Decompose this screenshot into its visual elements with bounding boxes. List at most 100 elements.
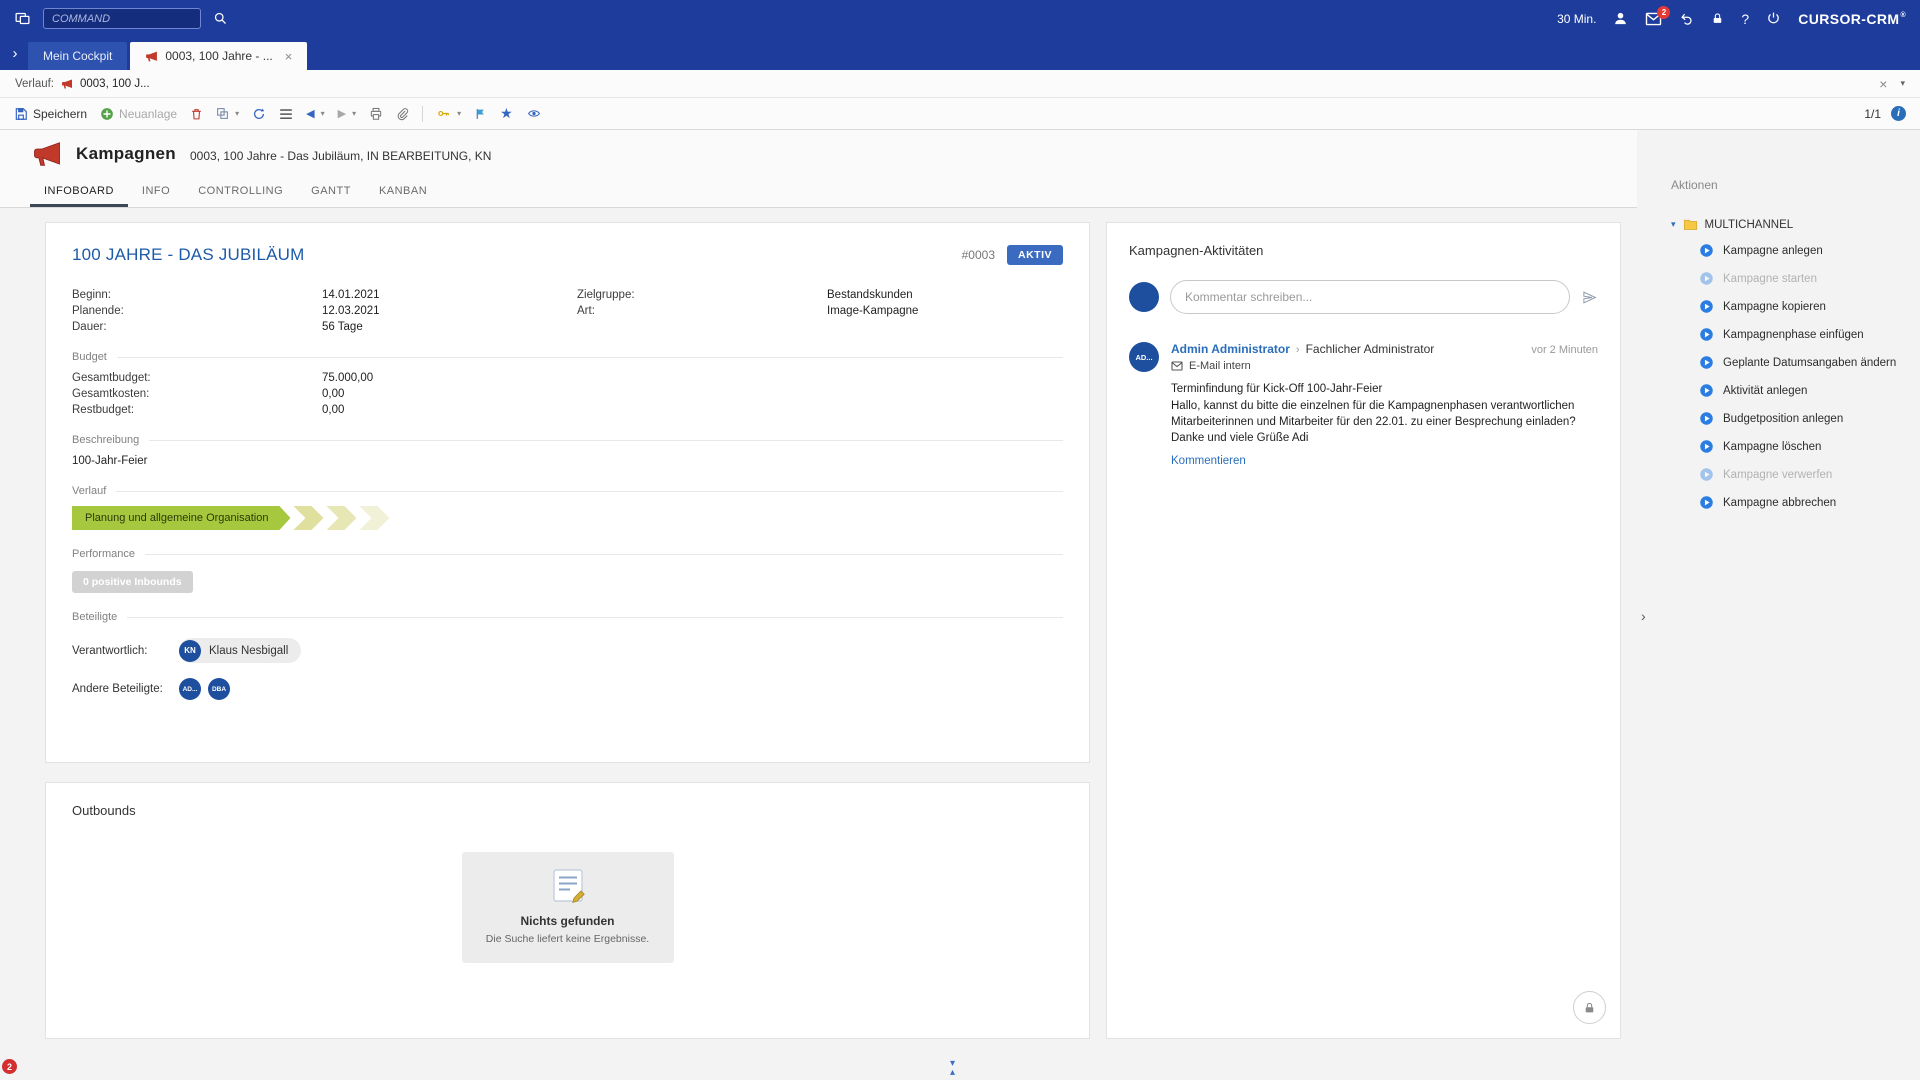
tab-mein-cockpit[interactable]: Mein Cockpit bbox=[28, 42, 127, 70]
lock-user-icon[interactable] bbox=[1711, 11, 1724, 26]
save-button[interactable]: Speichern bbox=[14, 107, 87, 121]
tabs-overflow-icon[interactable]: › bbox=[2, 45, 28, 62]
search-icon[interactable] bbox=[213, 11, 228, 26]
caret-down-icon[interactable]: ▾ bbox=[1900, 78, 1905, 89]
activity-role: Fachlicher Administrator bbox=[1306, 342, 1435, 356]
action-kampagne-kopieren[interactable]: Kampagne kopieren bbox=[1699, 298, 1920, 315]
chevron-up-icon[interactable]: ▴ bbox=[950, 1068, 955, 1077]
lock-button[interactable] bbox=[1573, 991, 1606, 1024]
phase-next-icon bbox=[326, 506, 356, 530]
actions-sidebar: › Aktionen ▾ MULTICHANNEL Kampagne anleg… bbox=[1637, 130, 1920, 1080]
sidebar-collapse-icon[interactable]: › bbox=[1641, 608, 1646, 624]
responsible-row: Verantwortlich: KN Klaus Nesbigall bbox=[72, 638, 1063, 663]
avatar[interactable]: AD... bbox=[179, 678, 201, 700]
status-badge: AKTIV bbox=[1007, 245, 1063, 265]
folder-icon bbox=[1683, 218, 1698, 231]
section-beteiligte: Beteiligte bbox=[72, 611, 1063, 623]
tab-campaign[interactable]: 0003, 100 Jahre - ... × bbox=[130, 42, 307, 70]
play-circle-icon bbox=[1699, 327, 1714, 342]
action-kampagne-abbrechen[interactable]: Kampagne abbrechen bbox=[1699, 494, 1920, 511]
refresh-button[interactable] bbox=[252, 107, 266, 121]
action-kampagne-verwerfen: Kampagne verwerfen bbox=[1699, 466, 1920, 483]
permissions-key-button[interactable]: ▾ bbox=[436, 107, 461, 120]
outbounds-title: Outbounds bbox=[72, 803, 1063, 818]
undo-icon[interactable] bbox=[1679, 11, 1694, 26]
tab-controlling[interactable]: CONTROLLING bbox=[184, 178, 297, 207]
copy-button[interactable]: ▾ bbox=[216, 107, 239, 120]
page-tabs: INFOBOARD INFO CONTROLLING GANTT KANBAN bbox=[0, 178, 1637, 208]
activities-title: Kampagnen-Aktivitäten bbox=[1129, 243, 1598, 258]
app-icon[interactable] bbox=[14, 10, 31, 27]
responsible-name: Klaus Nesbigall bbox=[209, 645, 288, 657]
comment-link[interactable]: Kommentieren bbox=[1171, 455, 1246, 467]
menu-icon[interactable] bbox=[279, 108, 293, 120]
field-value: Bestandskunden bbox=[827, 289, 1063, 301]
action-label: Geplante Datumsangaben ändern bbox=[1723, 357, 1896, 369]
action-kampagne-anlegen[interactable]: Kampagne anlegen bbox=[1699, 242, 1920, 259]
page-title: Kampagnen bbox=[76, 144, 176, 164]
panel-expander[interactable]: ▾ ▴ bbox=[950, 1059, 955, 1077]
watch-eye-button[interactable] bbox=[526, 107, 542, 120]
info-icon[interactable]: i bbox=[1891, 106, 1906, 121]
field-label: Gesamtkosten: bbox=[72, 388, 322, 400]
caret-down-icon[interactable]: ▾ bbox=[235, 109, 239, 118]
help-icon[interactable]: ? bbox=[1741, 11, 1749, 27]
comment-input[interactable] bbox=[1170, 280, 1570, 314]
favorite-star-button[interactable]: ★ bbox=[500, 105, 513, 122]
outbounds-card: Outbounds Nichts gefunden Die Suche lief… bbox=[45, 782, 1090, 1039]
empty-state: Nichts gefunden Die Suche liefert keine … bbox=[462, 852, 674, 963]
caret-down-icon[interactable]: ▾ bbox=[352, 109, 356, 118]
close-icon[interactable]: × bbox=[1879, 76, 1887, 92]
responsible-label: Verantwortlich: bbox=[72, 645, 179, 657]
nav-back-button[interactable]: ◀ ▾ bbox=[306, 107, 324, 120]
delete-button[interactable] bbox=[190, 107, 203, 121]
action-aktivitaet-anlegen[interactable]: Aktivität anlegen bbox=[1699, 382, 1920, 399]
actions-group[interactable]: ▾ MULTICHANNEL bbox=[1671, 218, 1920, 231]
tab-kanban[interactable]: KANBAN bbox=[365, 178, 441, 207]
nav-forward-button[interactable]: ▶ ▾ bbox=[338, 107, 356, 120]
user-icon[interactable] bbox=[1613, 11, 1628, 26]
action-kampagnenphase-einfuegen[interactable]: Kampagnenphase einfügen bbox=[1699, 326, 1920, 343]
budget-rows: Gesamtbudget: 75.000,00 Gesamtkosten: 0,… bbox=[72, 372, 1063, 416]
page-subtitle: 0003, 100 Jahre - Das Jubiläum, IN BEARB… bbox=[190, 149, 491, 163]
activities-card: Kampagnen-Aktivitäten AD... Admin Admini… bbox=[1106, 222, 1621, 1039]
toolbar-right: 1/1 i bbox=[1864, 106, 1906, 121]
caret-down-icon[interactable]: ▾ bbox=[321, 109, 325, 118]
play-circle-icon bbox=[1699, 439, 1714, 454]
field-value: 56 Tage bbox=[322, 321, 577, 333]
tab-infoboard[interactable]: INFOBOARD bbox=[30, 178, 128, 207]
field-label: Beginn: bbox=[72, 289, 322, 301]
phase-current[interactable]: Planung und allgemeine Organisation bbox=[72, 506, 290, 530]
action-kampagne-loeschen[interactable]: Kampagne löschen bbox=[1699, 438, 1920, 455]
avatar: KN bbox=[179, 640, 201, 662]
save-label: Speichern bbox=[33, 107, 87, 121]
mail-icon[interactable]: 2 bbox=[1645, 12, 1662, 26]
new-record-button[interactable]: Neuanlage bbox=[100, 107, 177, 121]
field-label: Gesamtbudget: bbox=[72, 372, 322, 384]
action-label: Kampagne abbrechen bbox=[1723, 497, 1836, 509]
avatar[interactable]: DBA bbox=[208, 678, 230, 700]
action-budgetposition-anlegen[interactable]: Budgetposition anlegen bbox=[1699, 410, 1920, 427]
section-budget: Budget bbox=[72, 351, 1063, 363]
activity-subject[interactable]: Terminfindung für Kick-Off 100-Jahr-Feie… bbox=[1171, 383, 1598, 395]
caret-down-icon[interactable]: ▾ bbox=[457, 109, 461, 118]
notification-badge[interactable]: 2 bbox=[2, 1059, 17, 1074]
chevron-right-icon: › bbox=[1296, 344, 1300, 356]
close-tab-icon[interactable]: × bbox=[285, 49, 293, 64]
phase-next-icon bbox=[293, 506, 323, 530]
description-value: 100-Jahr-Feier bbox=[72, 455, 1063, 467]
action-geplante-datumsangaben-aendern[interactable]: Geplante Datumsangaben ändern bbox=[1699, 354, 1920, 371]
responsible-chip[interactable]: KN Klaus Nesbigall bbox=[179, 638, 301, 663]
tab-info[interactable]: INFO bbox=[128, 178, 184, 207]
field-label: Dauer: bbox=[72, 321, 322, 333]
attachment-icon[interactable] bbox=[396, 107, 409, 121]
print-button[interactable] bbox=[369, 107, 383, 121]
tab-gantt[interactable]: GANTT bbox=[297, 178, 365, 207]
command-input[interactable] bbox=[43, 8, 201, 29]
power-icon[interactable] bbox=[1766, 11, 1781, 26]
flag-button[interactable] bbox=[474, 107, 487, 121]
activity-author-link[interactable]: Admin Administrator bbox=[1171, 342, 1290, 356]
send-icon[interactable] bbox=[1581, 290, 1598, 305]
history-item[interactable]: 0003, 100 J... bbox=[80, 78, 150, 90]
tree-expand-icon[interactable]: ▾ bbox=[1671, 219, 1676, 230]
